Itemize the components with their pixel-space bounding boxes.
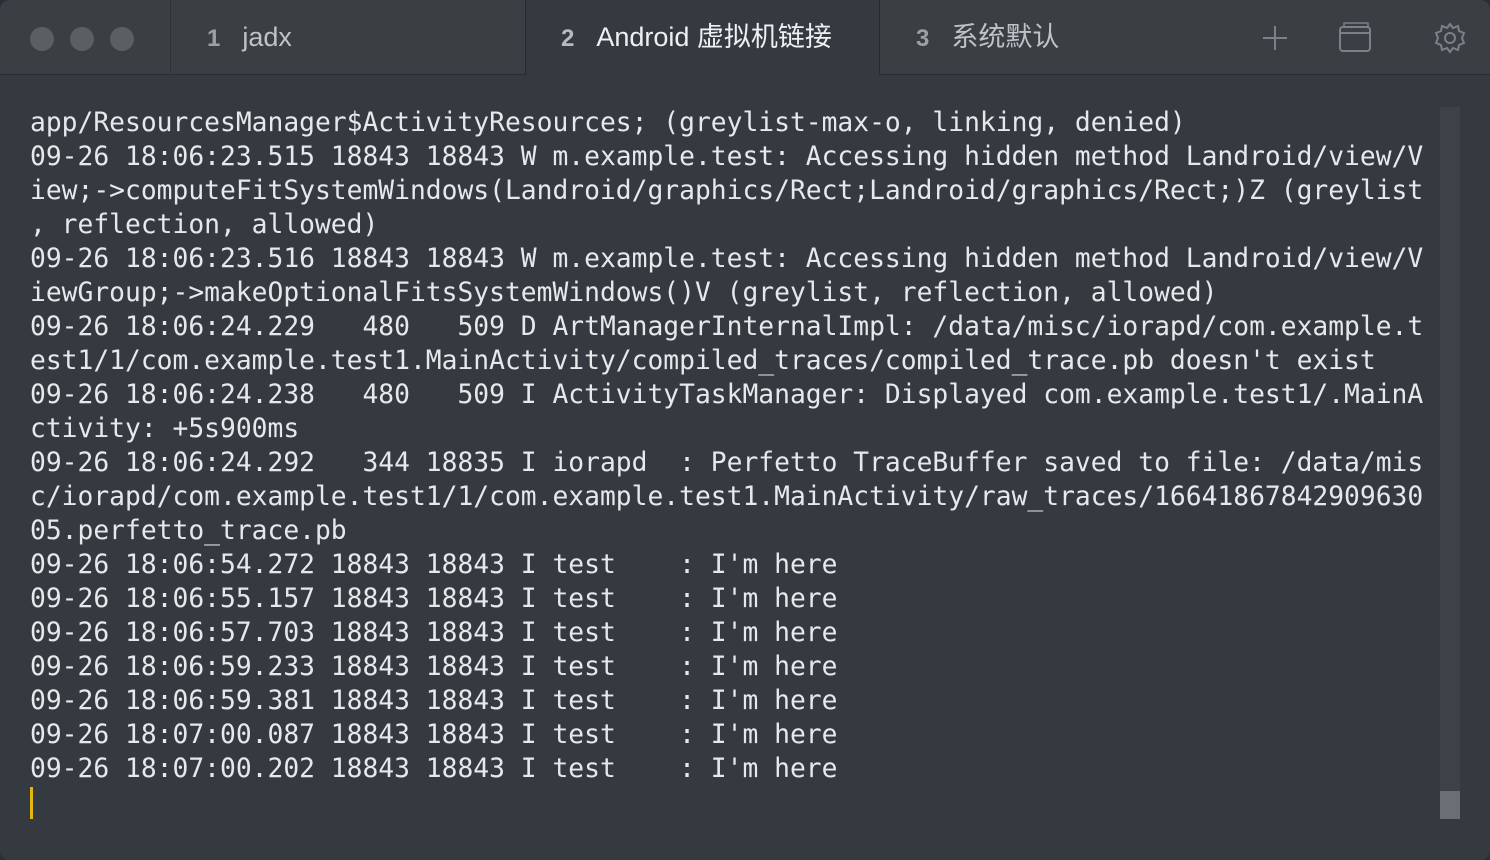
terminal-line: ctivity: +5s900ms [30, 414, 300, 444]
terminal-line: 09-26 18:06:24.229 480 509 D ArtManagerI… [30, 312, 1424, 342]
terminal-line: 09-26 18:06:24.292 344 18835 I iorapd : … [30, 448, 1424, 478]
gear-icon[interactable] [1432, 20, 1468, 56]
window-icon[interactable] [1337, 20, 1373, 56]
terminal-line: 09-26 18:06:57.703 18843 18843 I test : … [30, 618, 838, 648]
tab-number: 1 [207, 25, 221, 52]
tab-number: 2 [561, 25, 575, 52]
plus-icon[interactable] [1257, 20, 1293, 56]
terminal-window: 1 jadx 2 Android 虚拟机链接 3 系统默认 app/Resources… [0, 0, 1490, 860]
terminal-line: 09-26 18:06:23.515 18843 18843 W m.examp… [30, 142, 1424, 172]
minimize-window-button[interactable] [70, 27, 94, 51]
terminal-output: app/ResourcesManager$ActivityResources; … [30, 106, 1440, 786]
title-bar: 1 jadx 2 Android 虚拟机链接 3 系统默认 [0, 0, 1490, 75]
terminal-line: iew;->computeFitSystemWindows(Landroid/g… [30, 176, 1424, 206]
close-window-button[interactable] [30, 27, 54, 51]
scrollbar-track[interactable] [1440, 107, 1460, 819]
tab-system-default[interactable]: 3 系统默认 [880, 0, 1200, 75]
terminal-line: 09-26 18:06:55.157 18843 18843 I test : … [30, 584, 838, 614]
tab-number: 3 [916, 25, 930, 52]
terminal-line: , reflection, allowed) [30, 210, 379, 240]
terminal-line: 09-26 18:06:24.238 480 509 I ActivityTas… [30, 380, 1424, 410]
terminal-line: 09-26 18:06:59.381 18843 18843 I test : … [30, 686, 838, 716]
terminal-line: c/iorapd/com.example.test1/1/com.example… [30, 482, 1424, 512]
terminal-line: app/ResourcesManager$ActivityResources; … [30, 108, 1186, 138]
terminal-line: 09-26 18:06:23.516 18843 18843 W m.examp… [30, 244, 1424, 274]
tab-label: Android 虚拟机链接 [596, 22, 832, 52]
terminal-line: 09-26 18:07:00.202 18843 18843 I test : … [30, 754, 838, 784]
terminal-line: 05.perfetto_trace.pb [30, 516, 347, 546]
tab-label: 系统默认 [951, 22, 1060, 52]
terminal-line: 09-26 18:07:00.087 18843 18843 I test : … [30, 720, 838, 750]
tab-label: jadx [242, 22, 292, 52]
tab-android-vm-connection[interactable]: 2 Android 虚拟机链接 [525, 0, 880, 75]
tab-jadx[interactable]: 1 jadx [170, 0, 525, 75]
terminal-line: iewGroup;->makeOptionalFitsSystemWindows… [30, 278, 1218, 308]
terminal-line: est1/1/com.example.test1.MainActivity/co… [30, 346, 1376, 376]
terminal-line: 09-26 18:06:54.272 18843 18843 I test : … [30, 550, 838, 580]
text-cursor [30, 787, 33, 819]
scrollbar-thumb[interactable] [1440, 791, 1460, 819]
terminal-line: 09-26 18:06:59.233 18843 18843 I test : … [30, 652, 838, 682]
terminal-pane[interactable]: app/ResourcesManager$ActivityResources; … [0, 75, 1490, 860]
zoom-window-button[interactable] [110, 27, 134, 51]
